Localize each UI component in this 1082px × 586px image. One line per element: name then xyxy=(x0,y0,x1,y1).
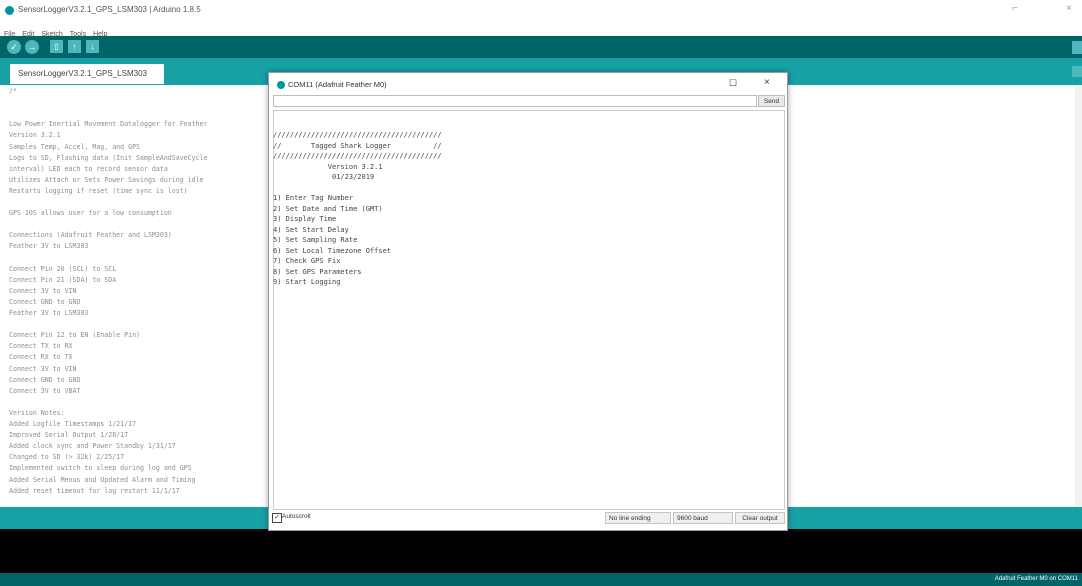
tab-sketch[interactable]: SensorLoggerV3.2.1_GPS_LSM303 xyxy=(10,64,164,84)
code-line: Connect Pin 20 (SCL) to SCL xyxy=(9,264,117,273)
code-line: Feather 3V to LSM303 xyxy=(9,242,89,251)
autoscroll-checkbox[interactable]: ✓ xyxy=(272,513,282,523)
serial-output-line: 3) Display Time xyxy=(273,215,337,223)
clear-output-button[interactable]: Clear output xyxy=(735,512,785,524)
code-line: Improved Serial Output 1/28/17 xyxy=(9,431,129,440)
window-title: SensorLoggerV3.2.1_GPS_LSM303 | Arduino … xyxy=(18,5,201,14)
code-line: Connect Pin 12 to EN (Enable Pin) xyxy=(9,331,141,340)
serial-output-line: // Tagged Shark Logger // xyxy=(273,141,442,150)
code-line: Added Serial Menus and Updated Alarm and… xyxy=(9,475,196,484)
arduino-app-icon xyxy=(277,81,285,89)
save-sketch-button[interactable]: ↓ xyxy=(86,40,99,53)
serial-output-line: 6) Set Local Timezone Offset xyxy=(273,246,392,255)
code-line: Connections (Adafruit Feather and LSM303… xyxy=(9,231,172,240)
code-line: Logs to SD, Flashing data (Init SampleAn… xyxy=(9,153,208,162)
baud-rate-select[interactable]: 9600 baud xyxy=(673,512,733,524)
code-line: Connect 3V to VIN xyxy=(9,286,77,295)
upload-button[interactable]: → xyxy=(25,40,39,54)
code-line: /* xyxy=(9,87,17,95)
serial-output-line: 5) Set Sampling Rate xyxy=(273,236,358,244)
arduino-app-icon xyxy=(5,6,14,15)
serial-output-line: 2) Set Date and Time (GMT) xyxy=(273,204,383,213)
serial-output-line: 9) Start Logging xyxy=(273,278,341,286)
editor-scrollbar[interactable] xyxy=(1075,85,1082,507)
serial-output-line: //////////////////////////////////////// xyxy=(273,131,442,139)
tab-menu-button[interactable] xyxy=(1072,66,1082,77)
maximize-button[interactable]: ☐ xyxy=(729,78,737,89)
code-line: Changed to SD (> 32k) 2/25/17 xyxy=(9,453,125,462)
code-line: Samples Temp, Accel, Mag, and GPS xyxy=(9,142,141,151)
new-sketch-button[interactable]: ▯ xyxy=(50,40,63,53)
toolbar xyxy=(0,36,1082,58)
window-close-button[interactable]: × xyxy=(1066,3,1072,14)
code-line: Utilizes Attach or Sets Power Savings du… xyxy=(9,175,204,184)
serial-output-line: Version 3.2.1 xyxy=(273,162,383,171)
code-line: Connect GND to GND xyxy=(9,375,81,384)
window-minimize-button[interactable]: ⌐ xyxy=(1012,3,1018,14)
serial-input-field[interactable] xyxy=(273,95,757,107)
serial-output-line: //////////////////////////////////////// xyxy=(273,152,442,160)
code-line: Connect GND to GND xyxy=(9,297,81,306)
serial-monitor-window: COM11 (Adafruit Feather M0) ☐ × Send ///… xyxy=(268,72,788,531)
footer-bar xyxy=(0,573,1082,586)
serial-output-line: 1) Enter Tag Number xyxy=(273,194,354,202)
send-button[interactable]: Send xyxy=(758,95,785,107)
code-line: Version 3.2.1 xyxy=(9,131,61,140)
code-line: GPS 10S allows user for a low consumptio… xyxy=(9,209,172,218)
code-line: Connect Pin 21 (SDA) to SDA xyxy=(9,275,117,284)
code-line: Added Logfile Timestamps 1/21/17 xyxy=(9,420,137,428)
code-line: Connect RX to TX xyxy=(9,353,73,362)
code-line: Added reset timeout for log restart 11/1… xyxy=(9,486,180,495)
line-ending-select[interactable]: No line ending xyxy=(605,512,671,524)
code-line: Feather 3V to LSM303 xyxy=(9,309,89,317)
code-line: Restarts logging if reset (time sync is … xyxy=(9,186,188,195)
menu-bar: File Edit Sketch Tools Help xyxy=(0,23,1082,38)
code-line: Implemented switch to sleep during log a… xyxy=(9,464,192,473)
code-line: Added clock sync and Power Standby 1/31/… xyxy=(9,442,176,451)
open-sketch-button[interactable]: ↑ xyxy=(68,40,81,53)
code-line: Connect 3V to VBAT xyxy=(9,386,81,395)
serial-monitor-button[interactable] xyxy=(1072,41,1082,54)
serial-output-line: 7) Check GPS Fix xyxy=(273,257,341,265)
code-line: interval) LED each to record sensor data xyxy=(9,164,168,173)
board-port-status: Adafruit Feather M0 on COM11 xyxy=(994,576,1078,582)
code-line: Connect TX to RX xyxy=(9,342,73,351)
console-output xyxy=(0,529,1082,573)
verify-button[interactable]: ✓ xyxy=(7,40,21,54)
code-line: Version Notes: xyxy=(9,408,65,417)
code-line: Low Power Inertial Movement Datalogger f… xyxy=(9,120,208,129)
serial-output-line: 01/23/2019 xyxy=(273,173,375,181)
serial-monitor-title: COM11 (Adafruit Feather M0) xyxy=(288,80,387,89)
serial-output-line: 4) Set Start Delay xyxy=(273,225,349,234)
code-line: Connect 3V to VIN xyxy=(9,364,77,373)
serial-output-line: 8) Set GPS Parameters xyxy=(273,267,362,276)
autoscroll-label: Autoscroll xyxy=(282,513,311,520)
close-button[interactable]: × xyxy=(764,77,770,88)
